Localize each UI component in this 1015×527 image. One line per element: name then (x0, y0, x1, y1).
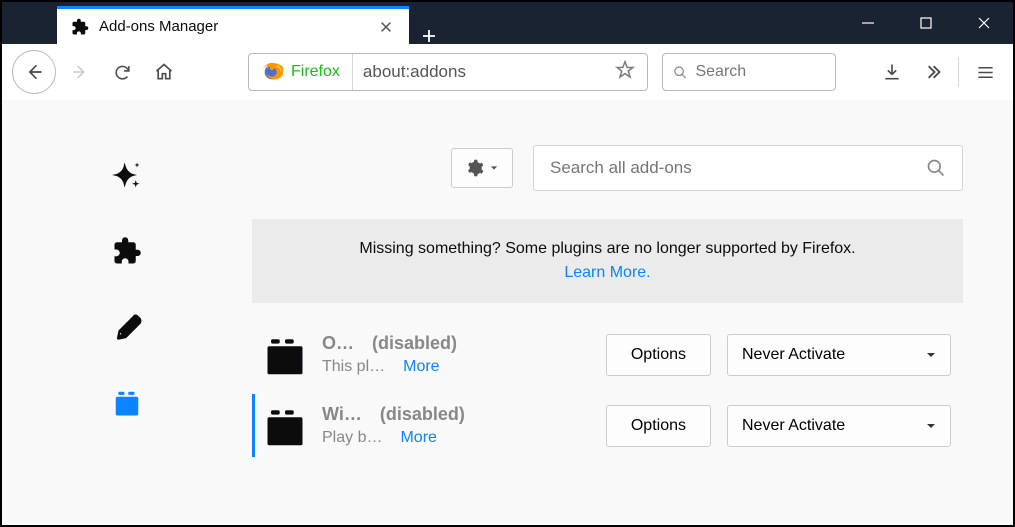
chevron-down-icon (926, 350, 936, 360)
plugin-options-button[interactable]: Options (606, 334, 711, 376)
learn-more-link[interactable]: Learn More. (564, 264, 650, 281)
sidebar-extensions[interactable] (112, 236, 142, 266)
separator (958, 57, 959, 87)
browser-tab[interactable]: Add-ons Manager (57, 6, 409, 44)
window-controls (839, 2, 1013, 44)
gear-icon (466, 159, 484, 177)
search-bar[interactable] (662, 53, 836, 91)
plugin-options-button[interactable]: Options (606, 405, 711, 447)
tab-strip: Add-ons Manager (2, 2, 839, 44)
bookmark-star-button[interactable] (603, 60, 647, 85)
reload-button[interactable] (104, 54, 140, 90)
plugin-name: Wi… (322, 404, 362, 425)
plugin-row[interactable]: O… (disabled) This pl… More Options Neve… (252, 323, 963, 386)
overflow-button[interactable] (914, 54, 950, 90)
plugin-row[interactable]: Wi… (disabled) Play b… More Options Neve… (252, 394, 963, 457)
search-icon (673, 64, 687, 81)
plugin-text: O… (disabled) This pl… More (322, 333, 542, 376)
notice-text: Missing something? Some plugins are no l… (359, 240, 855, 257)
maximize-button[interactable] (897, 2, 955, 44)
back-button[interactable] (12, 50, 56, 94)
plugin-activate-select[interactable]: Never Activate (727, 405, 951, 447)
plugin-icon (264, 334, 306, 376)
plugin-actions: Options Never Activate (606, 334, 951, 376)
plugin-status: (disabled) (372, 333, 457, 354)
identity-box[interactable]: Firefox (249, 54, 353, 90)
titlebar: Add-ons Manager (2, 2, 1013, 44)
plugin-more-link[interactable]: More (400, 429, 436, 447)
plugin-status: (disabled) (380, 404, 465, 425)
downloads-button[interactable] (874, 54, 910, 90)
addon-search-bar[interactable] (533, 145, 963, 191)
plugins-notice: Missing something? Some plugins are no l… (252, 219, 963, 303)
chevron-down-icon (926, 421, 936, 431)
search-icon (926, 158, 946, 178)
sidebar-recommendations[interactable] (112, 160, 142, 190)
firefox-logo-icon (261, 61, 283, 83)
main-panel: Missing something? Some plugins are no l… (252, 100, 1013, 525)
plugin-name: O… (322, 333, 354, 354)
activate-value: Never Activate (742, 417, 845, 435)
panel-header (252, 100, 963, 219)
plugin-desc: This pl… (322, 358, 385, 376)
activate-value: Never Activate (742, 346, 845, 364)
sidebar-themes[interactable] (112, 312, 142, 342)
search-input[interactable] (695, 63, 825, 81)
addon-search-input[interactable] (550, 158, 926, 178)
minimize-button[interactable] (839, 2, 897, 44)
puzzle-icon (71, 18, 89, 36)
plugin-icon (264, 405, 306, 447)
hamburger-menu-button[interactable] (967, 54, 1003, 90)
sidebar (2, 100, 252, 525)
new-tab-button[interactable] (414, 28, 444, 44)
forward-button (62, 54, 98, 90)
nav-toolbar: Firefox (2, 44, 1013, 100)
home-button[interactable] (146, 54, 182, 90)
close-window-button[interactable] (955, 2, 1013, 44)
plugin-list: O… (disabled) This pl… More Options Neve… (252, 323, 963, 457)
tab-close-button[interactable] (377, 18, 395, 36)
chevron-down-icon (490, 164, 498, 172)
plugin-activate-select[interactable]: Never Activate (727, 334, 951, 376)
url-bar[interactable]: Firefox (248, 53, 648, 91)
identity-label: Firefox (291, 63, 340, 81)
plugin-actions: Options Never Activate (606, 405, 951, 447)
plugin-text: Wi… (disabled) Play b… More (322, 404, 542, 447)
content-area: Missing something? Some plugins are no l… (2, 100, 1013, 525)
url-input[interactable] (353, 62, 603, 82)
plugin-desc: Play b… (322, 429, 382, 447)
toolbar-buttons (874, 54, 1003, 90)
tab-title: Add-ons Manager (99, 18, 377, 35)
gear-menu-button[interactable] (451, 148, 513, 188)
sidebar-plugins[interactable] (112, 388, 142, 418)
plugin-more-link[interactable]: More (403, 358, 439, 376)
